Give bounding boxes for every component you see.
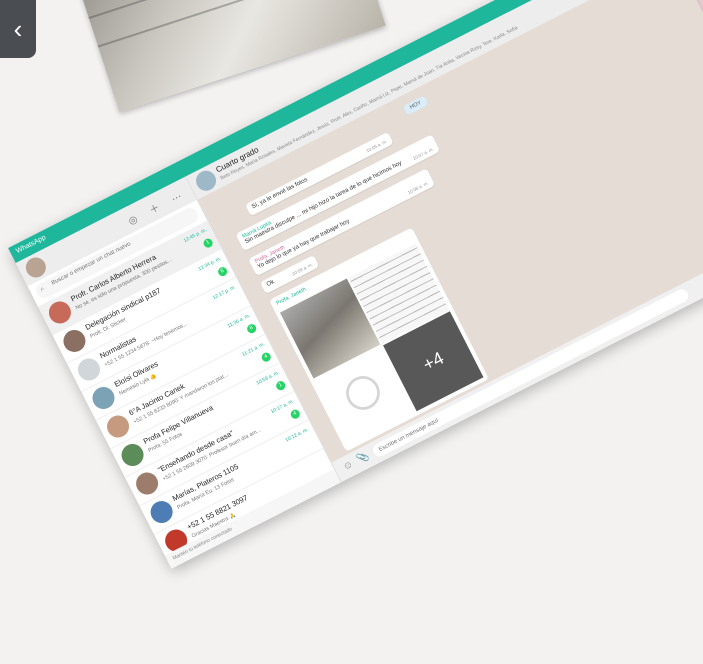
message-time: 10:05 a. m. bbox=[365, 138, 388, 154]
taskbar-app-icon[interactable] bbox=[494, 402, 512, 420]
back-button[interactable]: ‹ bbox=[0, 0, 36, 58]
taskbar-app-icon[interactable] bbox=[575, 362, 592, 379]
search-icon: ⌕ bbox=[39, 285, 46, 294]
message-text: Ok bbox=[265, 279, 276, 289]
taskbar-app-icon[interactable] bbox=[510, 394, 528, 411]
taskbar-app-icon[interactable] bbox=[607, 345, 624, 362]
chevron-left-icon: ‹ bbox=[13, 13, 23, 44]
taskbar-app-icon[interactable] bbox=[559, 370, 576, 387]
more-media-count: +4 bbox=[419, 347, 447, 375]
taskbar-app-icon[interactable] bbox=[623, 337, 640, 354]
taskbar-app-icon[interactable] bbox=[478, 411, 496, 428]
taskbar-app-icon[interactable] bbox=[462, 419, 479, 436]
avatar bbox=[45, 297, 75, 328]
unread-badge: 6 bbox=[216, 265, 229, 278]
taskbar-app-icon[interactable] bbox=[430, 435, 447, 452]
avatar bbox=[146, 497, 177, 527]
message-time: 10:09 a. m. bbox=[291, 261, 314, 277]
avatar bbox=[74, 354, 104, 385]
unread-badge: 4 bbox=[289, 408, 302, 421]
emoji-icon[interactable]: ☺ bbox=[341, 459, 355, 473]
unread-badge: 1 bbox=[202, 237, 215, 250]
paperclip-icon[interactable]: 📎 bbox=[355, 450, 371, 465]
avatar bbox=[117, 440, 148, 470]
taskbar-app-icon[interactable] bbox=[543, 378, 560, 395]
taskbar-app-icon[interactable] bbox=[526, 386, 544, 403]
unread-badge: 8 bbox=[245, 322, 258, 335]
unread-badge: 1 bbox=[274, 379, 287, 392]
group-avatar[interactable] bbox=[192, 167, 220, 195]
avatar[interactable] bbox=[22, 254, 50, 281]
avatar bbox=[88, 383, 119, 413]
taskbar-app-icon[interactable] bbox=[591, 353, 608, 371]
unread-badge: 4 bbox=[260, 351, 273, 364]
avatar bbox=[132, 468, 162, 499]
taskbar-app-icon[interactable] bbox=[639, 329, 656, 346]
chat-time: 10:12 a. m. bbox=[284, 426, 310, 444]
avatar bbox=[59, 326, 90, 356]
date-chip: HOY bbox=[402, 95, 429, 116]
taskbar-app-icon[interactable] bbox=[655, 321, 672, 338]
taskbar-app-icon[interactable] bbox=[446, 427, 463, 444]
chat-time: 12:17 p. m. bbox=[211, 284, 237, 302]
avatar bbox=[103, 411, 133, 442]
